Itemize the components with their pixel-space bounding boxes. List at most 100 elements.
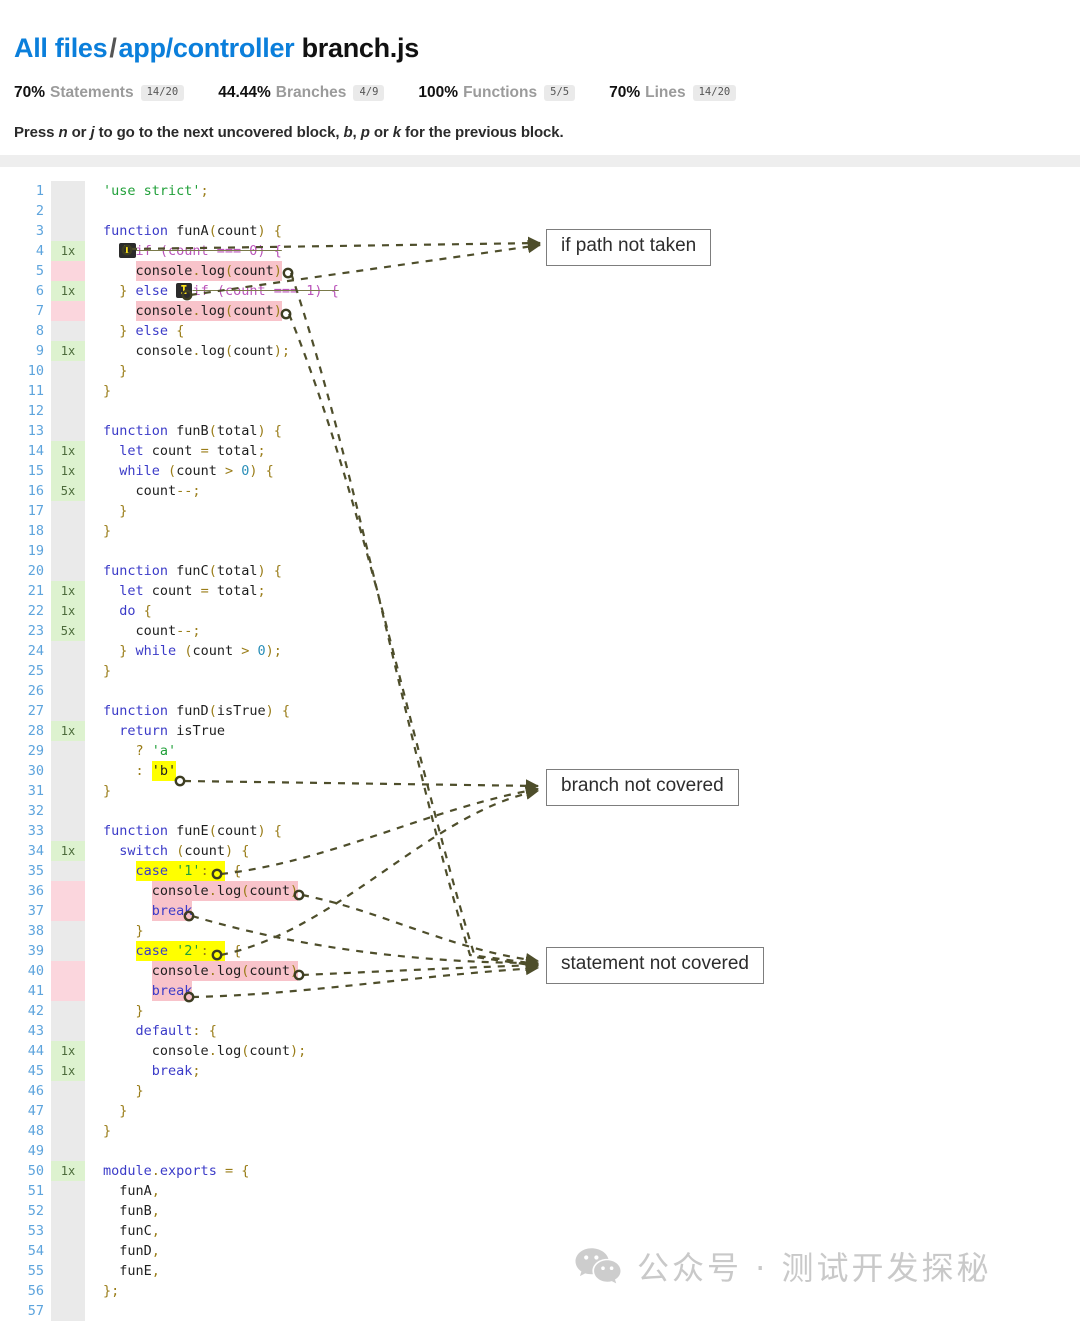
source-line: do { [119, 603, 152, 619]
hit-count-cell [51, 181, 85, 201]
line-number: 16 [27, 483, 44, 499]
callout-if-path-not-taken: if path not taken [546, 229, 712, 266]
source-line: funA, [119, 1183, 160, 1199]
source-line: console.log(count) [103, 881, 339, 901]
uncovered-if-branch[interactable]: if (count === 0) { [136, 243, 282, 259]
hit-count-cell [51, 541, 85, 561]
uncovered-branch[interactable]: case '2': [135, 941, 225, 961]
uncovered-statement[interactable]: break [151, 981, 193, 1001]
line-number: 29 [27, 743, 44, 759]
uncovered-statement[interactable]: console.log(count) [135, 261, 282, 281]
hit-count-cell [51, 881, 85, 901]
source-line: let count = total; [119, 443, 266, 459]
uncovered-statement[interactable]: console.log(count) [135, 301, 282, 321]
line-number: 48 [27, 1123, 44, 1139]
source-line: console.log(count); [151, 1043, 307, 1059]
stat-branches-label: Branches [275, 83, 347, 101]
hit-count-cell [51, 781, 85, 801]
source-line: function funA(count) { [103, 223, 282, 239]
line-number: 44 [27, 1043, 44, 1059]
line-number: 4 [35, 243, 44, 259]
hit-count-cell [51, 1141, 85, 1161]
hit-count-cell [51, 741, 85, 761]
hit-count-cell: 1x [51, 1041, 85, 1061]
page-header: All files/app/controller branch.js 70% S… [0, 0, 1080, 141]
watermark: 公众号 · 测试开发探秘 [575, 1243, 992, 1289]
hit-count-cell [51, 521, 85, 541]
line-number: 8 [35, 323, 44, 339]
hit-count-cell: 1x [51, 281, 85, 301]
hit-count-cell [51, 1281, 85, 1301]
source-line: function funB(total) { [103, 423, 282, 439]
hint-part-4: , [352, 123, 361, 141]
line-number: 36 [27, 883, 44, 899]
coverage-summary: 70% Statements 14/20 44.44% Branches 4/9… [14, 84, 1066, 102]
uncovered-branch[interactable]: case '1': [135, 861, 225, 881]
callout-branch-not-covered: branch not covered [546, 769, 739, 806]
source-line [103, 401, 339, 421]
hint-key-k: k [392, 123, 401, 141]
stat-branches-fraction: 4/9 [353, 85, 385, 101]
line-number: 3 [35, 223, 44, 239]
line-number: 45 [27, 1063, 44, 1079]
hit-count-column: 1x 1x 1x 1x 1x 5x 1x 1x 5x 1x 1x 1x 1x 1x [51, 181, 87, 1321]
uncovered-if-branch[interactable]: if (count === 1) { [192, 283, 338, 299]
branch-marker-icon[interactable]: I [119, 243, 136, 258]
source-line [103, 1301, 339, 1321]
branch-marker-icon[interactable]: I [176, 283, 193, 298]
hint-part-2: or [67, 123, 91, 141]
source-line [103, 1141, 339, 1161]
source-line: : 'b' [135, 761, 177, 781]
source-line: } [103, 523, 112, 539]
hint-key-n: n [58, 123, 68, 141]
source-line: 'use strict'; [103, 183, 209, 199]
uncovered-statement[interactable]: console.log(count) [151, 961, 299, 981]
line-number: 11 [27, 383, 44, 399]
hit-count-cell [51, 501, 85, 521]
breadcrumb-link-all-files[interactable]: All files [14, 33, 108, 63]
stat-statements-label: Statements [50, 83, 134, 101]
line-number: 14 [27, 443, 44, 459]
source-line [103, 681, 339, 701]
source-line: count--; [135, 483, 201, 499]
source-line: } [119, 503, 128, 519]
hit-count-cell: 1x [51, 721, 85, 741]
hit-count-cell: 1x [51, 1161, 85, 1181]
line-number: 28 [27, 723, 44, 739]
line-number: 20 [27, 563, 44, 579]
line-number: 5 [35, 263, 44, 279]
uncovered-statement[interactable]: console.log(count) [151, 881, 299, 901]
hit-count-cell: 1x [51, 341, 85, 361]
hit-count-cell [51, 321, 85, 341]
line-number: 15 [27, 463, 44, 479]
source-line: } else Iif (count === 1) { [119, 283, 339, 299]
source-line: count--; [135, 623, 201, 639]
breadcrumb-link-directory[interactable]: app/controller [119, 33, 295, 63]
line-number: 53 [27, 1223, 44, 1239]
uncovered-branch[interactable]: 'b' [151, 761, 177, 781]
hit-count-cell [51, 421, 85, 441]
uncovered-statement[interactable]: break [151, 901, 193, 921]
line-number: 40 [27, 963, 44, 979]
source-line: break; [151, 1063, 201, 1079]
line-number: 27 [27, 703, 44, 719]
line-number: 30 [27, 763, 44, 779]
stat-lines-label: Lines [645, 83, 686, 101]
source-line: } [119, 363, 128, 379]
hint-part-1: Press [14, 123, 59, 141]
source-line [103, 801, 339, 821]
source-line: } [103, 383, 112, 399]
source-line: Iif (count === 0) { [103, 241, 339, 261]
source-line: funD, [119, 1243, 160, 1259]
hit-count-cell [51, 761, 85, 781]
source-line: } while (count > 0); [119, 643, 282, 659]
line-number: 2 [35, 203, 44, 219]
watermark-text: 公众号 · 测试开发探秘 [637, 1249, 992, 1287]
source-line: console.log(count); [135, 343, 290, 359]
hit-count-cell [51, 201, 85, 221]
hit-count-cell [51, 361, 85, 381]
source-line: } [135, 1003, 144, 1019]
source-line: } [135, 923, 144, 939]
stat-functions-label: Functions [463, 83, 538, 101]
page-title: branch.js [301, 33, 420, 64]
